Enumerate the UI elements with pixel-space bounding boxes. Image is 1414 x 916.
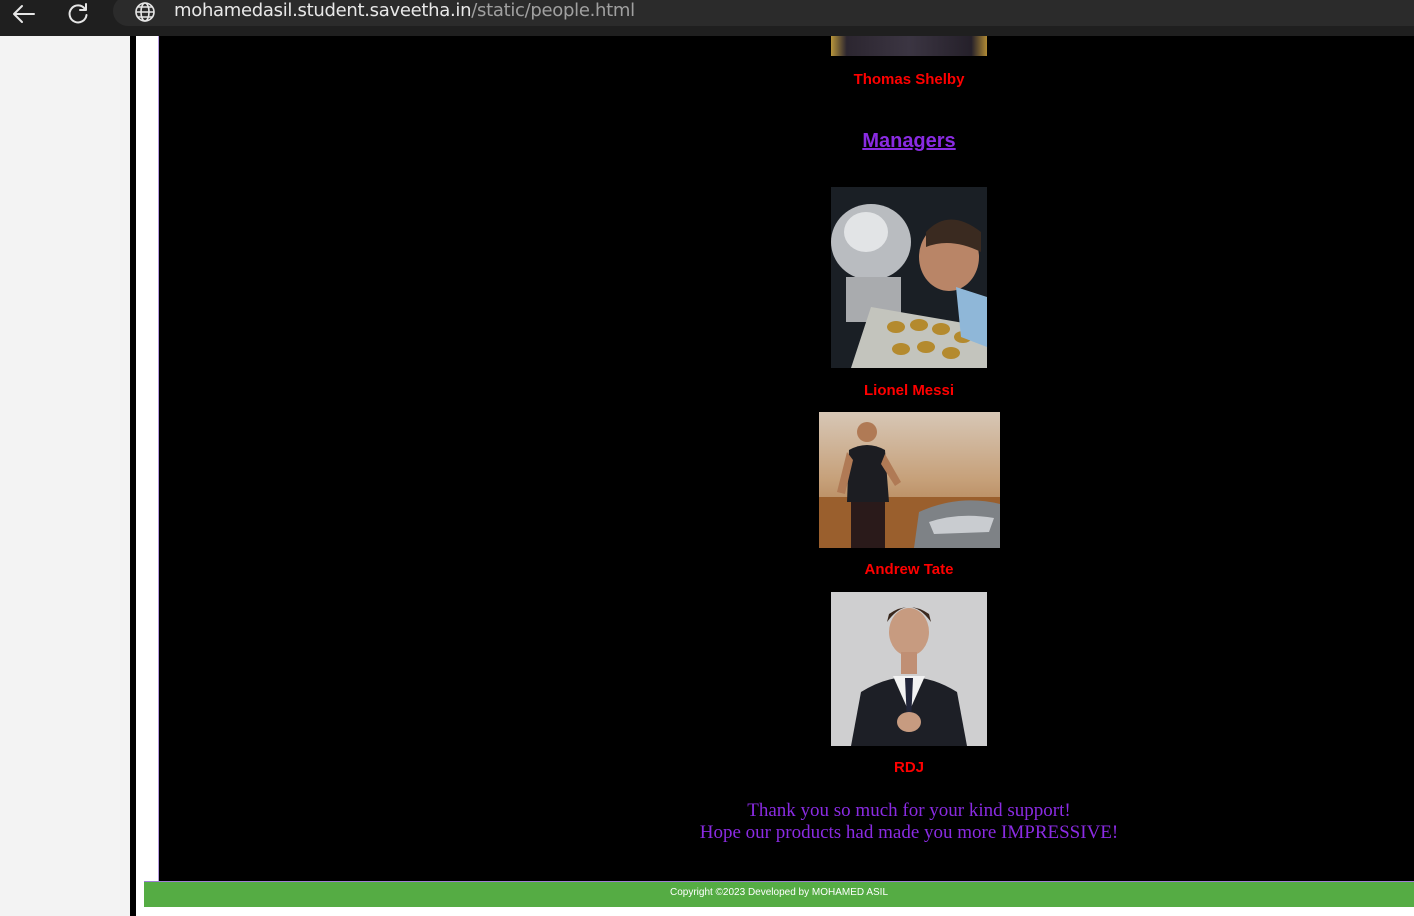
arrow-left-icon: [13, 5, 35, 23]
lionel-messi-photo: [831, 187, 987, 368]
suit-portrait-image: [831, 592, 987, 746]
trophy-portrait-image: [831, 187, 987, 368]
left-blank-area: [0, 36, 130, 916]
url-host: mohamedasil.student.saveetha.in: [174, 0, 472, 21]
person-name: Thomas Shelby: [853, 71, 965, 88]
manager-name-1: Lionel Messi: [863, 382, 955, 399]
footer: Copyright ©2023 Developed by MOHAMED ASI…: [144, 881, 1414, 907]
manager-name-3: RDJ: [893, 759, 924, 776]
section-heading-managers[interactable]: Managers: [759, 129, 1059, 153]
thanks-line-1: Thank you so much for your kind support!: [747, 800, 1071, 821]
manager-name-2: Andrew Tate: [864, 561, 954, 578]
footer-copyright: Copyright ©2023 Developed by MOHAMED ASI…: [669, 887, 889, 898]
address-bar[interactable]: mohamedasil.student.saveetha.in/static/p…: [113, 0, 1414, 26]
page-margin: [136, 36, 158, 882]
rdj-photo: [831, 592, 987, 746]
reload-button[interactable]: [60, 0, 96, 28]
thanks-line-2: Hope our products had made you more IMPR…: [699, 822, 1119, 843]
people-content: Thomas Shelby Managers Lionel Messi Andr…: [158, 36, 1414, 881]
globe-icon: [135, 2, 155, 22]
andrew-tate-photo: [819, 412, 1000, 548]
back-button[interactable]: [5, 0, 41, 28]
browser-toolbar: mohamedasil.student.saveetha.in/static/p…: [0, 0, 1414, 36]
thomas-shelby-photo: [831, 36, 987, 56]
desert-portrait-image: [819, 412, 1000, 548]
page-bottom-margin: [144, 906, 1414, 916]
page-margin-bottom: [136, 882, 144, 916]
url-path: /static/people.html: [471, 0, 635, 21]
reload-icon: [68, 3, 88, 24]
url-text[interactable]: mohamedasil.student.saveetha.in/static/p…: [174, 0, 635, 25]
